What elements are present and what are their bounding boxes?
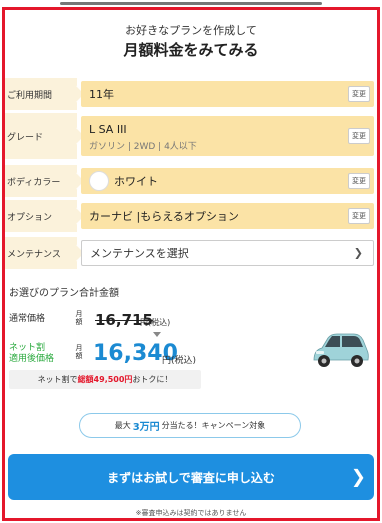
- plan-subtitle: お好きなプランを作成して: [125, 24, 257, 37]
- apply-button[interactable]: まずはお試しで審査に申し込む ❯: [8, 454, 374, 500]
- monthly-mark-net: 月額: [75, 344, 83, 360]
- plan-panel: お好きなプランを作成して 月額料金をみてみる ご利用期間 11年 変更 グレード…: [2, 7, 380, 521]
- color-value: ホワイト: [114, 175, 158, 188]
- apply-button-label: まずはお試しで審査に申し込む: [107, 470, 275, 485]
- chevron-right-icon: ❯: [353, 246, 363, 260]
- application-note: ※審査申込みは契約ではありません: [135, 509, 247, 517]
- period-change-button[interactable]: 変更: [348, 86, 370, 102]
- monthly-mark-regular: 月額: [75, 310, 83, 326]
- row-option: オプション カーナビ |もらえるオプション 変更: [5, 200, 377, 232]
- row-grade: グレード L SA III ガソリン | 2WD | 4人以下 変更: [5, 113, 377, 159]
- net-price-label: ネット割 適用後価格: [9, 343, 55, 364]
- campaign-badge: 最大 3万円 分当たる！キャンペーン対象: [79, 413, 301, 438]
- period-value-box[interactable]: 11年: [81, 81, 374, 107]
- regular-price-label: 通常価格: [9, 314, 46, 324]
- maintenance-value: メンテナンスを選択: [90, 247, 189, 260]
- top-handle: [60, 2, 322, 5]
- period-value: 11年: [89, 88, 114, 101]
- grade-change-button[interactable]: 変更: [348, 128, 370, 144]
- color-swatch: [89, 171, 109, 191]
- net-price-unit: 円(税込): [162, 356, 197, 366]
- row-period: ご利用期間 11年 変更: [5, 78, 377, 110]
- grade-value: L SA III: [89, 123, 127, 136]
- color-label: ボディカラー: [5, 165, 86, 197]
- row-maintenance: メンテナンス メンテナンスを選択 ❯: [5, 237, 377, 269]
- car-image: [313, 333, 369, 367]
- grade-value-box[interactable]: L SA III ガソリン | 2WD | 4人以下: [81, 116, 374, 156]
- row-color: ボディカラー ホワイト 変更: [5, 165, 377, 197]
- pricing-title: お選びのプラン合計金額: [9, 288, 119, 299]
- maintenance-select[interactable]: メンテナンスを選択 ❯: [81, 240, 374, 266]
- grade-label: グレード: [5, 113, 86, 159]
- discount-amount: 総額49,500円: [77, 375, 133, 384]
- regular-price-unit: 円(税込): [140, 318, 171, 327]
- option-label: オプション: [5, 200, 86, 232]
- color-change-button[interactable]: 変更: [348, 173, 370, 189]
- net-discount-note: ネット割で 総額49,500円 おトクに！: [9, 370, 201, 389]
- option-value-box[interactable]: カーナビ |もらえるオプション: [81, 203, 374, 229]
- color-value-box[interactable]: ホワイト: [81, 168, 374, 194]
- campaign-amount: 3万円: [132, 422, 160, 433]
- option-value: カーナビ |もらえるオプション: [89, 210, 239, 223]
- grade-detail: ガソリン | 2WD | 4人以下: [89, 142, 197, 152]
- plan-header: お好きなプランを作成して 月額料金をみてみる: [5, 24, 377, 60]
- triangle-down-icon: [153, 332, 161, 337]
- option-change-button[interactable]: 変更: [348, 208, 370, 224]
- period-label: ご利用期間: [5, 78, 86, 110]
- top-bar: [0, 0, 382, 7]
- plan-title: 月額料金をみてみる: [123, 41, 259, 59]
- maintenance-label: メンテナンス: [5, 237, 86, 269]
- chevron-right-icon: ❯: [350, 466, 366, 488]
